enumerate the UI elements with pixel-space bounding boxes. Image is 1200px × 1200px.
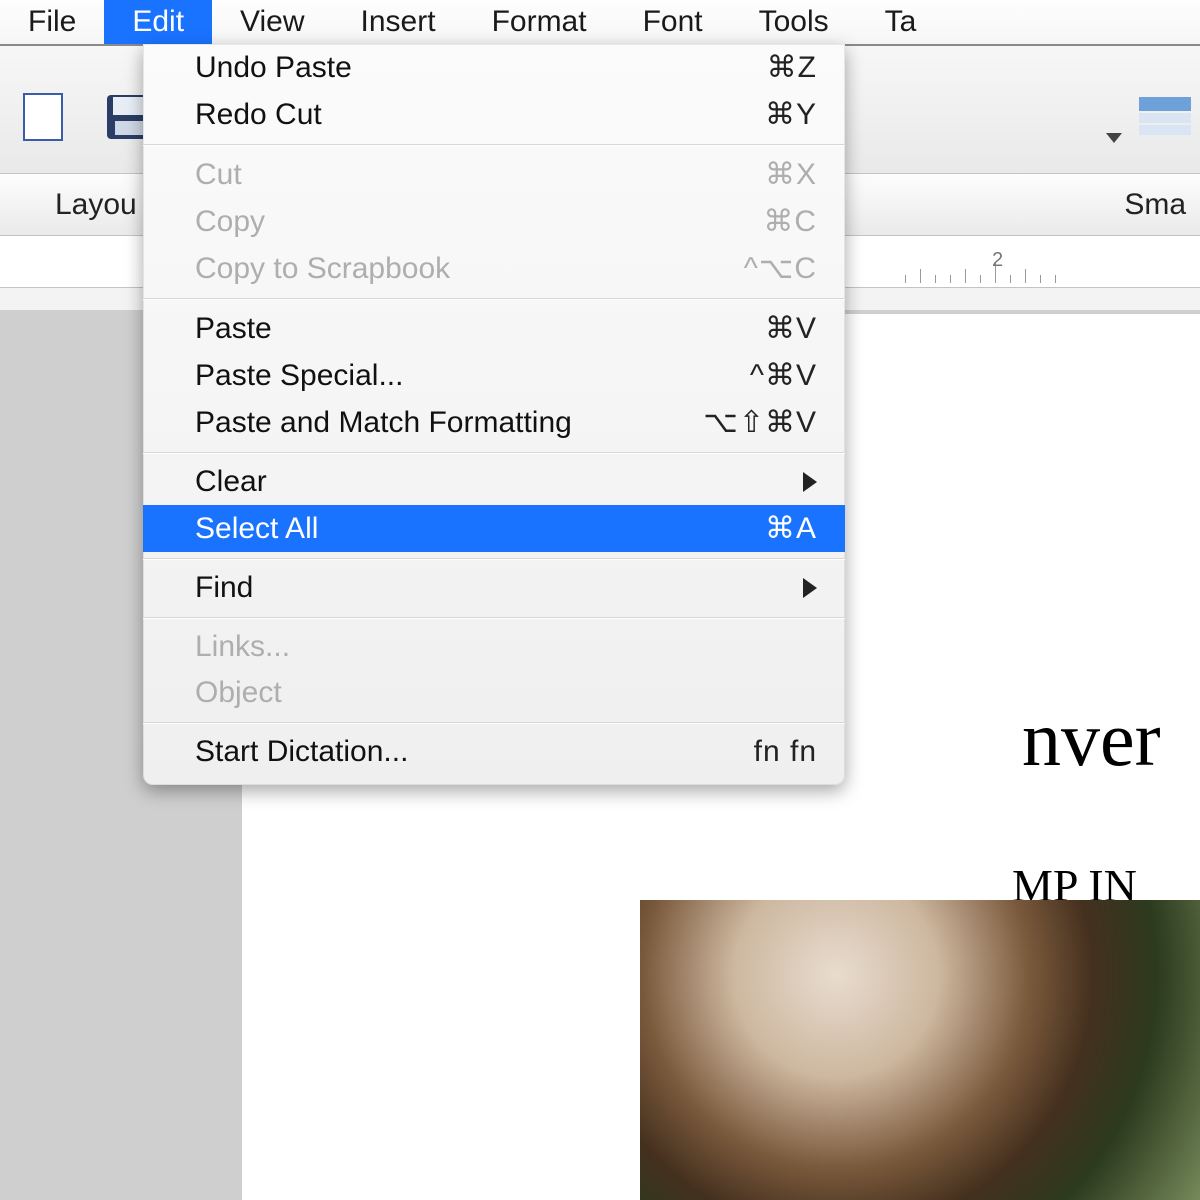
menu-item-shortcut: ^⌘V <box>750 358 817 393</box>
toolbar-button-right[interactable] <box>1130 83 1200 151</box>
menu-separator <box>143 558 845 559</box>
menu-bar: File Edit View Insert Format Font Tools … <box>0 0 1200 44</box>
menu-item-label: Paste and Match Formatting <box>195 406 703 440</box>
chevron-right-icon <box>803 472 817 492</box>
menu-format[interactable]: Format <box>464 0 615 44</box>
toolbar-button-partial-left[interactable] <box>8 83 78 151</box>
menu-view[interactable]: View <box>212 0 332 44</box>
menu-item-label: Links... <box>195 630 817 664</box>
menu-item-paste[interactable]: Paste ⌘V <box>143 305 845 352</box>
menu-separator <box>143 617 845 618</box>
menu-item-label: Paste <box>195 312 765 346</box>
menu-item-shortcut: ⌘A <box>765 511 817 546</box>
document-icon <box>20 92 66 142</box>
ruler-number: 2 <box>992 249 1003 272</box>
menu-font[interactable]: Font <box>615 0 731 44</box>
menu-item-label: Paste Special... <box>195 359 750 393</box>
menu-item-label: Select All <box>195 512 765 546</box>
menu-item-find[interactable]: Find <box>143 565 845 611</box>
menu-item-label: Find <box>195 571 803 605</box>
menu-item-redo-cut[interactable]: Redo Cut ⌘Y <box>143 91 845 138</box>
menu-separator <box>143 452 845 453</box>
menu-insert[interactable]: Insert <box>333 0 464 44</box>
menu-separator <box>143 144 845 145</box>
chevron-right-icon <box>803 578 817 598</box>
menu-item-object: Object <box>143 670 845 716</box>
menu-item-label: Redo Cut <box>195 98 765 132</box>
menu-item-links: Links... <box>143 624 845 670</box>
subtab-smart[interactable]: Sma <box>1069 182 1200 228</box>
menu-item-shortcut: ⌘V <box>765 311 817 346</box>
toolbar-dropdown-arrow[interactable] <box>1106 133 1122 143</box>
menu-file[interactable]: File <box>0 0 104 44</box>
menu-item-shortcut: ⌘X <box>765 157 817 192</box>
document-image[interactable] <box>640 900 1200 1200</box>
menu-item-shortcut: ⌘C <box>763 204 817 239</box>
menu-separator <box>143 722 845 723</box>
menu-item-shortcut: ^⌥C <box>744 251 817 286</box>
menu-item-label: Copy to Scrapbook <box>195 252 744 286</box>
menu-item-cut: Cut ⌘X <box>143 151 845 198</box>
menu-item-paste-match-formatting[interactable]: Paste and Match Formatting ⌥⇧⌘V <box>143 399 845 446</box>
menu-item-label: Object <box>195 676 817 710</box>
menu-item-copy: Copy ⌘C <box>143 198 845 245</box>
menu-item-paste-special[interactable]: Paste Special... ^⌘V <box>143 352 845 399</box>
menu-item-start-dictation[interactable]: Start Dictation... fn fn <box>143 729 845 775</box>
menu-item-clear[interactable]: Clear <box>143 459 845 505</box>
menu-item-label: Copy <box>195 205 763 239</box>
menu-item-label: Start Dictation... <box>195 735 754 769</box>
menu-item-shortcut: ⌘Z <box>767 50 817 85</box>
menu-tools[interactable]: Tools <box>731 0 857 44</box>
menu-table-partial[interactable]: Ta <box>857 0 925 44</box>
menu-item-undo-paste[interactable]: Undo Paste ⌘Z <box>143 44 845 91</box>
menu-item-shortcut: ⌘Y <box>765 97 817 132</box>
menu-item-label: Clear <box>195 465 803 499</box>
grid-icon <box>1135 91 1195 143</box>
menu-separator <box>143 298 845 299</box>
edit-dropdown: Undo Paste ⌘Z Redo Cut ⌘Y Cut ⌘X Copy ⌘C… <box>143 44 845 785</box>
menu-item-label: Cut <box>195 158 765 192</box>
document-text-fragment-large: nver <box>1022 694 1161 784</box>
menu-item-select-all[interactable]: Select All ⌘A <box>143 505 845 552</box>
menu-item-shortcut: ⌥⇧⌘V <box>703 405 817 440</box>
menu-item-shortcut: fn fn <box>754 735 817 769</box>
menu-item-label: Undo Paste <box>195 51 767 85</box>
menu-edit[interactable]: Edit <box>104 0 212 44</box>
menu-item-copy-to-scrapbook: Copy to Scrapbook ^⌥C <box>143 245 845 292</box>
